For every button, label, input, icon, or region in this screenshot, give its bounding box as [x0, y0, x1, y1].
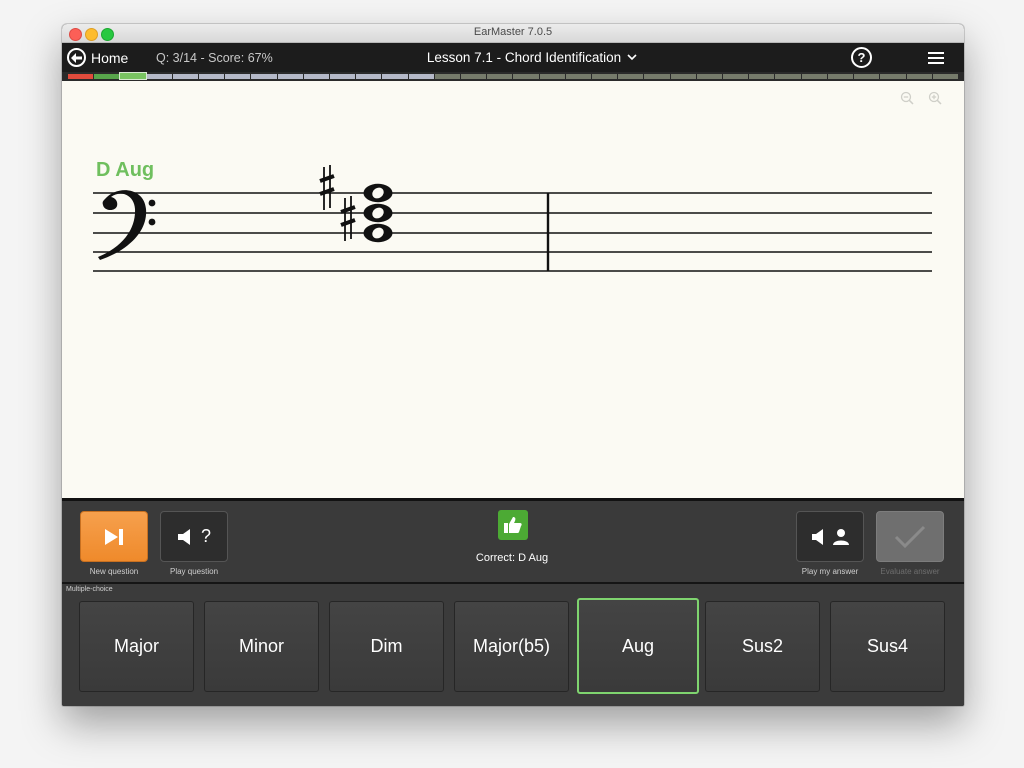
progress-segment-pending — [906, 74, 932, 79]
answer-choices-panel: Multiple-choice Major Minor Dim Major(b5… — [62, 584, 964, 706]
play-my-answer-button[interactable] — [796, 511, 864, 562]
progress-segment-pending — [172, 74, 199, 79]
back-arrow-icon — [67, 48, 86, 67]
hamburger-menu-icon[interactable] — [928, 52, 944, 64]
choice-sus2-button[interactable]: Sus2 — [705, 601, 820, 692]
progress-segment-pending — [408, 74, 434, 79]
lesson-selector[interactable]: Lesson 7.1 - Chord Identification — [392, 50, 672, 65]
new-question-button[interactable] — [80, 511, 148, 562]
feedback-text: Correct: D Aug — [475, 552, 549, 564]
home-label: Home — [91, 49, 129, 66]
progress-segment-pending — [461, 74, 487, 79]
choice-major-button[interactable]: Major — [79, 601, 194, 692]
speaker-icon — [811, 528, 823, 545]
play-question-button[interactable]: ? — [160, 511, 228, 562]
choice-sus4-button[interactable]: Sus4 — [830, 601, 945, 692]
progress-segment-pending — [277, 74, 303, 79]
thumbs-up-icon — [498, 510, 528, 540]
progress-segment-pending — [539, 74, 565, 79]
choice-minor-button[interactable]: Minor — [204, 601, 319, 692]
window-title: EarMaster 7.0.5 — [473, 26, 553, 38]
user-icon — [832, 528, 849, 545]
progress-segment-pending — [775, 74, 801, 79]
chevron-down-icon — [627, 54, 637, 61]
music-staff — [93, 165, 932, 272]
progress-segment-pending — [303, 74, 330, 79]
progress-segment-pending — [565, 74, 592, 79]
progress-segment-pending — [199, 74, 225, 79]
score-area: D Aug — [62, 81, 964, 498]
lesson-title: Lesson 7.1 - Chord Identification — [426, 50, 622, 65]
bass-clef-icon — [98, 190, 156, 260]
question-progress-bar — [68, 72, 958, 80]
progress-segment-pending — [696, 74, 723, 79]
home-button[interactable]: Home — [67, 47, 128, 68]
choice-major-b5-button[interactable]: Major(b5) — [454, 601, 569, 692]
progress-segment-pending — [644, 74, 670, 79]
staff-lines — [93, 192, 932, 272]
progress-segment-pending — [225, 74, 251, 79]
checkmark-icon — [894, 525, 926, 548]
sharp-sign-icon — [319, 165, 335, 210]
progress-segment-pending — [382, 74, 408, 79]
progress-segment-pending — [487, 74, 513, 79]
progress-segment-pending — [146, 74, 172, 79]
progress-segment-pending — [801, 74, 827, 79]
progress-segment-pending — [356, 74, 382, 79]
question-mark-label: ? — [200, 526, 211, 546]
progress-segment-pending — [618, 74, 644, 79]
progress-segment-pending — [330, 74, 356, 79]
choice-aug-button[interactable]: Aug — [577, 598, 699, 694]
progress-segment-wrong — [68, 74, 94, 79]
progress-segment-correct — [94, 74, 120, 79]
progress-segment-pending — [513, 74, 539, 79]
multiple-choice-label: Multiple-choice — [66, 586, 113, 593]
progress-segment-pending — [251, 74, 277, 79]
control-bar: ? New question Play question Correct: D … — [62, 501, 964, 582]
progress-segment-pending — [592, 74, 618, 79]
app-window: EarMaster 7.0.5 Home Q: 3/14 - Score: 67… — [62, 24, 964, 706]
app-header: Home Q: 3/14 - Score: 67% Lesson 7.1 - C… — [62, 43, 964, 72]
choice-dim-button[interactable]: Dim — [329, 601, 444, 692]
evaluate-answer-button[interactable] — [876, 511, 944, 562]
progress-segment-pending — [670, 74, 696, 79]
sharp-sign-icon — [340, 196, 356, 241]
title-bar: EarMaster 7.0.5 — [62, 24, 964, 43]
progress-segment-pending — [749, 74, 775, 79]
progress-segment-current — [119, 72, 147, 80]
progress-segment-pending — [854, 74, 880, 79]
chord-notes — [363, 183, 393, 243]
progress-segment-pending — [880, 74, 906, 79]
progress-segment-pending — [434, 74, 461, 79]
progress-segment-pending — [932, 74, 958, 79]
help-icon[interactable]: ? — [851, 47, 872, 68]
speaker-icon — [177, 528, 190, 545]
play-question-label: Play question — [169, 567, 219, 576]
evaluate-answer-label: Evaluate answer — [880, 567, 940, 576]
skip-next-icon — [105, 528, 123, 545]
progress-segment-pending — [723, 74, 749, 79]
progress-segment-pending — [827, 74, 854, 79]
question-score-status: Q: 3/14 - Score: 67% — [156, 51, 273, 65]
